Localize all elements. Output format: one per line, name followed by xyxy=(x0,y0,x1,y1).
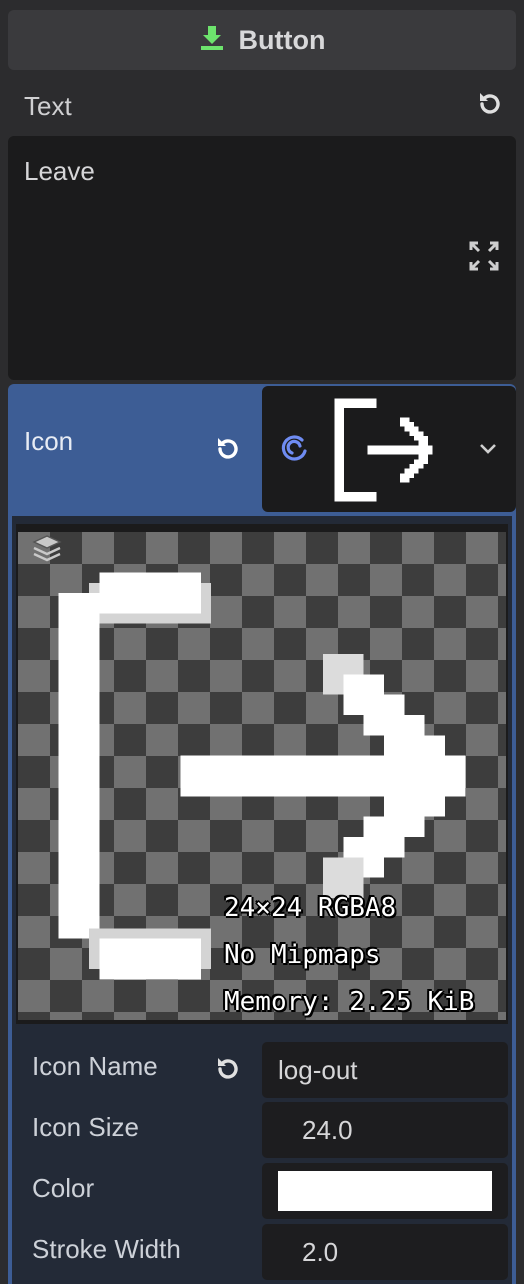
channel-layers-icon[interactable] xyxy=(30,532,64,571)
icon-name-value: log-out xyxy=(278,1055,358,1085)
chevron-down-icon[interactable] xyxy=(478,442,498,461)
texture-mipmaps: No Mipmaps xyxy=(224,940,381,970)
color-picker-button[interactable] xyxy=(262,1163,508,1219)
text-property-label: Text xyxy=(24,90,72,121)
icon-size-value: 24.0 xyxy=(302,1115,353,1145)
header-title: Button xyxy=(238,24,326,55)
godot-resource-icon xyxy=(280,432,312,469)
icon-name-label: Icon Name xyxy=(32,1051,158,1081)
text-value: Leave xyxy=(24,156,95,186)
revert-icon[interactable] xyxy=(212,1054,242,1089)
color-swatch xyxy=(278,1171,492,1211)
revert-icon[interactable] xyxy=(212,434,242,469)
inspector-header[interactable]: Button xyxy=(8,10,516,70)
stroke-width-field[interactable]: 2.0 xyxy=(262,1224,508,1280)
icon-size-label: Icon Size xyxy=(32,1112,139,1142)
log-out-thumbnail xyxy=(330,394,442,511)
download-node-icon xyxy=(199,24,225,57)
text-input[interactable]: Leave xyxy=(8,136,516,380)
expand-icon[interactable] xyxy=(468,240,500,272)
icon-size-field[interactable]: 24.0 xyxy=(262,1102,508,1158)
icon-property-label: Icon xyxy=(24,426,74,456)
icon-name-field[interactable]: log-out xyxy=(262,1042,508,1098)
stroke-width-value: 2.0 xyxy=(302,1237,339,1267)
color-label: Color xyxy=(32,1173,95,1203)
revert-icon[interactable] xyxy=(474,89,504,124)
texture-dimensions: 24×24 RGBA8 xyxy=(224,893,397,923)
icon-resource-picker[interactable] xyxy=(262,386,516,512)
text-property-row: Text xyxy=(24,86,508,126)
stroke-width-label: Stroke Width xyxy=(32,1234,181,1264)
texture-memory: Memory: 2.25 KiB xyxy=(224,987,475,1017)
